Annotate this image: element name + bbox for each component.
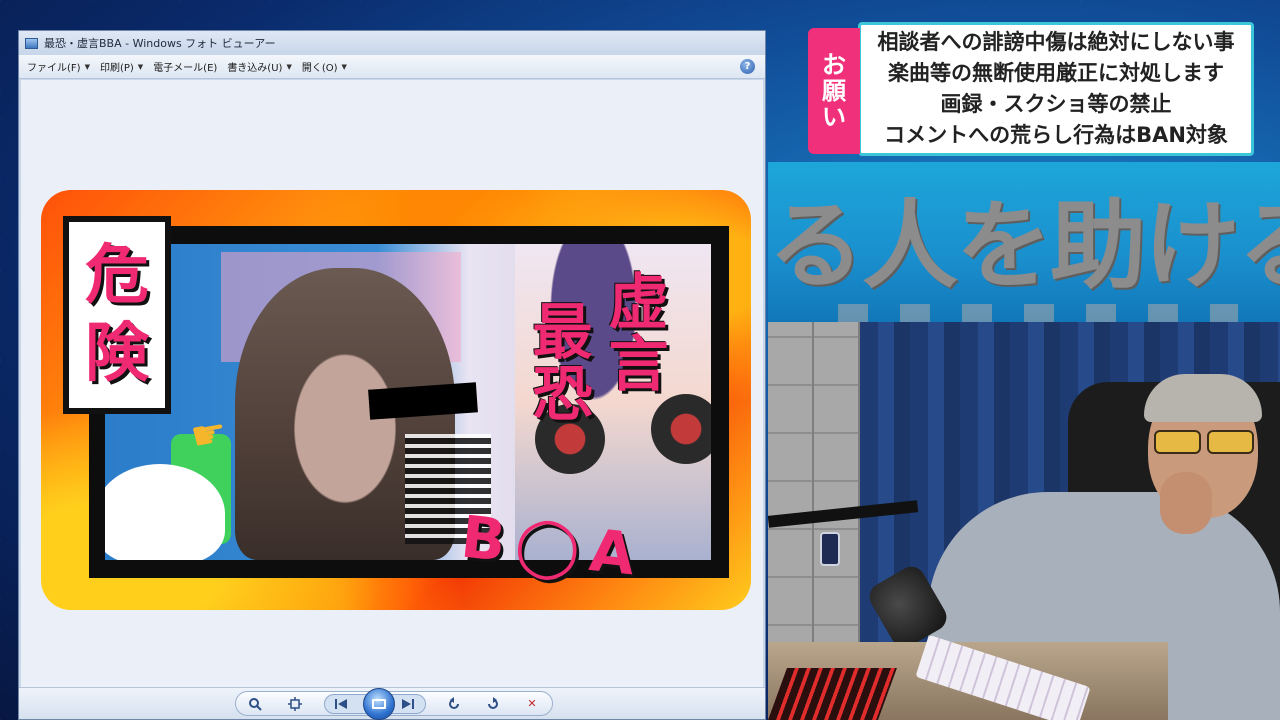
navigation-group [323, 687, 426, 720]
chevron-down-icon: ▼ [286, 62, 292, 71]
actual-size-icon[interactable] [285, 695, 305, 713]
notice-line: 楽曲等の無断使用厳正に対処します [888, 61, 1224, 85]
censor-bar [368, 382, 478, 420]
magnifier-icon[interactable] [246, 695, 266, 713]
notice-tag-char: お [822, 51, 846, 79]
photo-viewer-window[interactable]: 最恐・虚言BBA - Windows フォト ビューアー ファイル(F) ▼ 印… [18, 30, 766, 720]
rgb-keyboard [768, 668, 897, 720]
background-banner: る人を助ける [768, 162, 1280, 322]
vertical-caption-right: 虚言 [598, 270, 668, 394]
chevron-down-icon: ▼ [137, 62, 144, 71]
next-icon[interactable] [391, 695, 424, 713]
slideshow-icon[interactable] [362, 687, 395, 720]
notice-line: 画録・スクショ等の禁止 [940, 92, 1172, 116]
vertical-caption-left: 最恐 [522, 300, 592, 424]
danger-label: 危 険 [63, 216, 171, 414]
banner-text: る人を助ける [768, 190, 1280, 302]
chevron-down-icon: ▼ [84, 62, 90, 71]
displayed-image: 危 険 ☛ 最恐 虚言 B◯A [41, 190, 751, 610]
notice-line: コメントへの荒らし行為はBAN対象 [884, 123, 1228, 147]
notice-tag: お 願 い [808, 28, 860, 154]
menu-file[interactable]: ファイル(F) ▼ [27, 59, 90, 75]
menu-burn[interactable]: 書き込み(U) ▼ [227, 59, 292, 75]
menu-bar: ファイル(F) ▼ 印刷(P) ▼ 電子メール(E) 書き込み(U) ▼ 開く(… [19, 55, 765, 79]
banner-subtext-partial [838, 304, 1238, 322]
notice-tag-char: 願 [822, 77, 846, 105]
window-title: 最恐・虚言BBA - Windows フォト ビューアー [44, 37, 276, 50]
title-bar[interactable]: 最恐・虚言BBA - Windows フォト ビューアー [19, 31, 765, 55]
viewer-toolbar: ✕ [235, 687, 553, 720]
chevron-down-icon: ▼ [341, 62, 347, 71]
danger-char: 危 [85, 239, 149, 313]
menu-file-label: ファイル(F) [27, 63, 81, 74]
menu-burn-label: 書き込み(U) [227, 63, 283, 74]
menu-print-label: 印刷(P) [99, 63, 134, 74]
image-canvas[interactable]: 危 険 ☛ 最恐 虚言 B◯A [21, 80, 763, 692]
rotate-ccw-icon[interactable] [444, 695, 464, 713]
notice-line: 相談者への誹謗中傷は絶対にしない事 [877, 30, 1235, 54]
danger-char: 険 [85, 317, 149, 391]
help-button[interactable]: ? [740, 59, 755, 74]
streamer-hair [1144, 374, 1262, 422]
rotate-cw-icon[interactable] [483, 695, 503, 713]
glasses [1154, 430, 1254, 454]
previous-icon[interactable] [325, 695, 358, 713]
menu-print[interactable]: 印刷(P) ▼ [99, 59, 144, 75]
photo-viewer-app-icon [25, 37, 38, 49]
pointing-hand-icon: ☛ [187, 409, 231, 461]
notice-body: 相談者への誹謗中傷は絶対にしない事 楽曲等の無断使用厳正に対処します 画録・スク… [858, 22, 1254, 156]
webcam-feed [768, 322, 1280, 720]
bottom-toolbar-strip: ✕ [19, 687, 765, 720]
notice-box: お 願 い 相談者への誹謗中傷は絶対にしない事 楽曲等の無断使用厳正に対処します… [808, 22, 1254, 156]
delete-icon[interactable]: ✕ [522, 695, 542, 713]
notice-tag-char: い [822, 103, 846, 131]
streamer-hand [1160, 472, 1212, 534]
menu-email-label: 電子メール(E) [153, 63, 218, 74]
menu-email[interactable]: 電子メール(E) [153, 59, 217, 74]
menu-open-label: 開く(O) [301, 63, 338, 74]
hanging-tag [820, 532, 840, 566]
menu-open[interactable]: 開く(O) ▼ [301, 59, 347, 75]
